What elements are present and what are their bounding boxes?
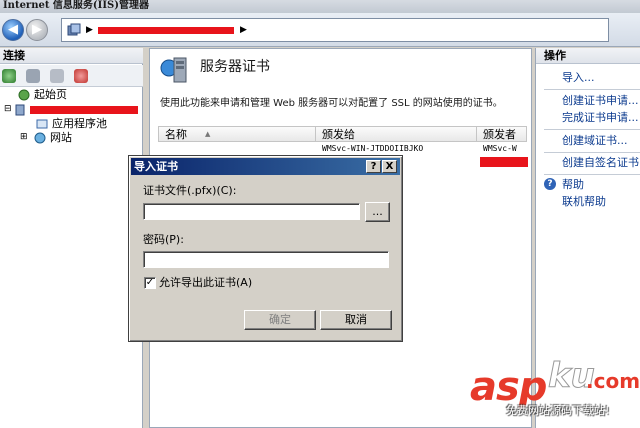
issued-to-cell: WMSvc-WIN-JTDDOIIBJKO: [322, 144, 424, 153]
action-import[interactable]: 导入...: [562, 71, 595, 85]
cancel-button[interactable]: 取消: [320, 310, 392, 330]
watermark-logo: .com: [586, 369, 640, 393]
connections-header: 连接: [0, 48, 143, 64]
sort-icon: ▲: [205, 130, 211, 138]
server-certificate-icon: [160, 57, 187, 83]
action-create-domain-cert[interactable]: 创建域证书...: [562, 134, 628, 148]
address-bar[interactable]: ▶ ▶: [61, 18, 609, 42]
address-separator[interactable]: ▶: [240, 22, 247, 38]
navigation-bar: ◀ ▶ ▶ ▶: [0, 13, 640, 47]
column-issued-to-header[interactable]: 颁发给: [316, 127, 477, 142]
password-label: 密码(P):: [143, 233, 184, 246]
issued-by-cell: WMSvc-W: [483, 144, 517, 153]
collapse-icon[interactable]: ⊟: [4, 102, 12, 117]
action-complete-request[interactable]: 完成证书申请...: [562, 111, 639, 125]
actions-header: 操作: [536, 48, 640, 64]
certificate-file-label: 证书文件(.pfx)(C):: [143, 184, 237, 197]
divider: [544, 129, 640, 130]
dialog-title: 导入证书: [134, 160, 178, 173]
divider: [544, 152, 640, 153]
action-create-self-signed[interactable]: 创建自签名证书...: [562, 156, 640, 170]
certificate-file-input[interactable]: [143, 203, 360, 220]
server-icon: [67, 23, 81, 36]
column-issued-by-header[interactable]: 颁发者: [477, 127, 527, 142]
ok-button[interactable]: 确定: [244, 310, 316, 330]
help-icon: ?: [544, 178, 556, 190]
forward-arrow-icon: ▶: [32, 22, 42, 37]
sites-icon: [34, 132, 46, 144]
connections-toolbar: [0, 65, 143, 87]
table-row[interactable]: WMSvc-WIN-JTDDOIIBJKO WMSvc-W: [158, 143, 527, 155]
certificate-table-header: 名称 ▲ 颁发给 颁发者: [158, 126, 527, 142]
action-help[interactable]: 帮助: [562, 178, 584, 192]
app-pool-icon: [36, 119, 48, 129]
disconnect-icon[interactable]: [74, 69, 88, 83]
password-input[interactable]: [143, 251, 389, 268]
address-separator[interactable]: ▶: [86, 22, 93, 38]
import-certificate-dialog: 导入证书 ? X 证书文件(.pfx)(C): ... 密码(P): ✓ 允许导…: [128, 155, 403, 342]
dialog-title-bar: 导入证书 ? X: [131, 158, 400, 175]
server-icon: [15, 104, 25, 116]
tree-item-label: 网站: [50, 131, 72, 144]
dialog-help-button[interactable]: ?: [366, 160, 381, 173]
column-name-header[interactable]: 名称 ▲: [159, 127, 316, 142]
action-online-help[interactable]: 联机帮助: [562, 195, 606, 209]
tree-item-label: 起始页: [34, 88, 67, 101]
back-button[interactable]: ◀: [2, 19, 24, 41]
issuer-redaction: [480, 157, 528, 167]
action-create-request[interactable]: 创建证书申请...: [562, 94, 639, 108]
watermark-tagline: 免费网站源码下载站!: [506, 404, 610, 417]
forward-button[interactable]: ▶: [26, 19, 48, 41]
allow-export-label[interactable]: 允许导出此证书(A): [159, 276, 252, 290]
page-description: 使用此功能来申请和管理 Web 服务器可以对配置了 SSL 的网站使用的证书。: [160, 98, 503, 109]
allow-export-checkbox[interactable]: ✓: [144, 277, 156, 289]
connect-icon[interactable]: [2, 69, 16, 83]
watermark-logo: asp: [470, 364, 547, 410]
tree-item-server[interactable]: ⊟: [4, 102, 140, 117]
divider: [544, 89, 640, 90]
tree-item-label: 应用程序池: [52, 117, 107, 130]
address-redaction: [98, 27, 234, 34]
connections-panel: 连接 起始页 ⊟ 应用程序池 ⊞ 网站: [0, 48, 143, 428]
save-icon[interactable]: [26, 69, 40, 83]
dialog-close-button[interactable]: X: [382, 160, 397, 173]
server-name-redaction: [30, 106, 138, 114]
start-page-icon: [18, 89, 30, 101]
up-icon[interactable]: [50, 69, 64, 83]
page-title: 服务器证书: [200, 59, 270, 75]
window-title: Internet 信息服务(IIS)管理器: [0, 0, 640, 13]
divider: [544, 174, 640, 175]
back-arrow-icon: ◀: [8, 22, 18, 37]
browse-button[interactable]: ...: [365, 202, 390, 222]
expand-icon[interactable]: ⊞: [20, 130, 28, 145]
